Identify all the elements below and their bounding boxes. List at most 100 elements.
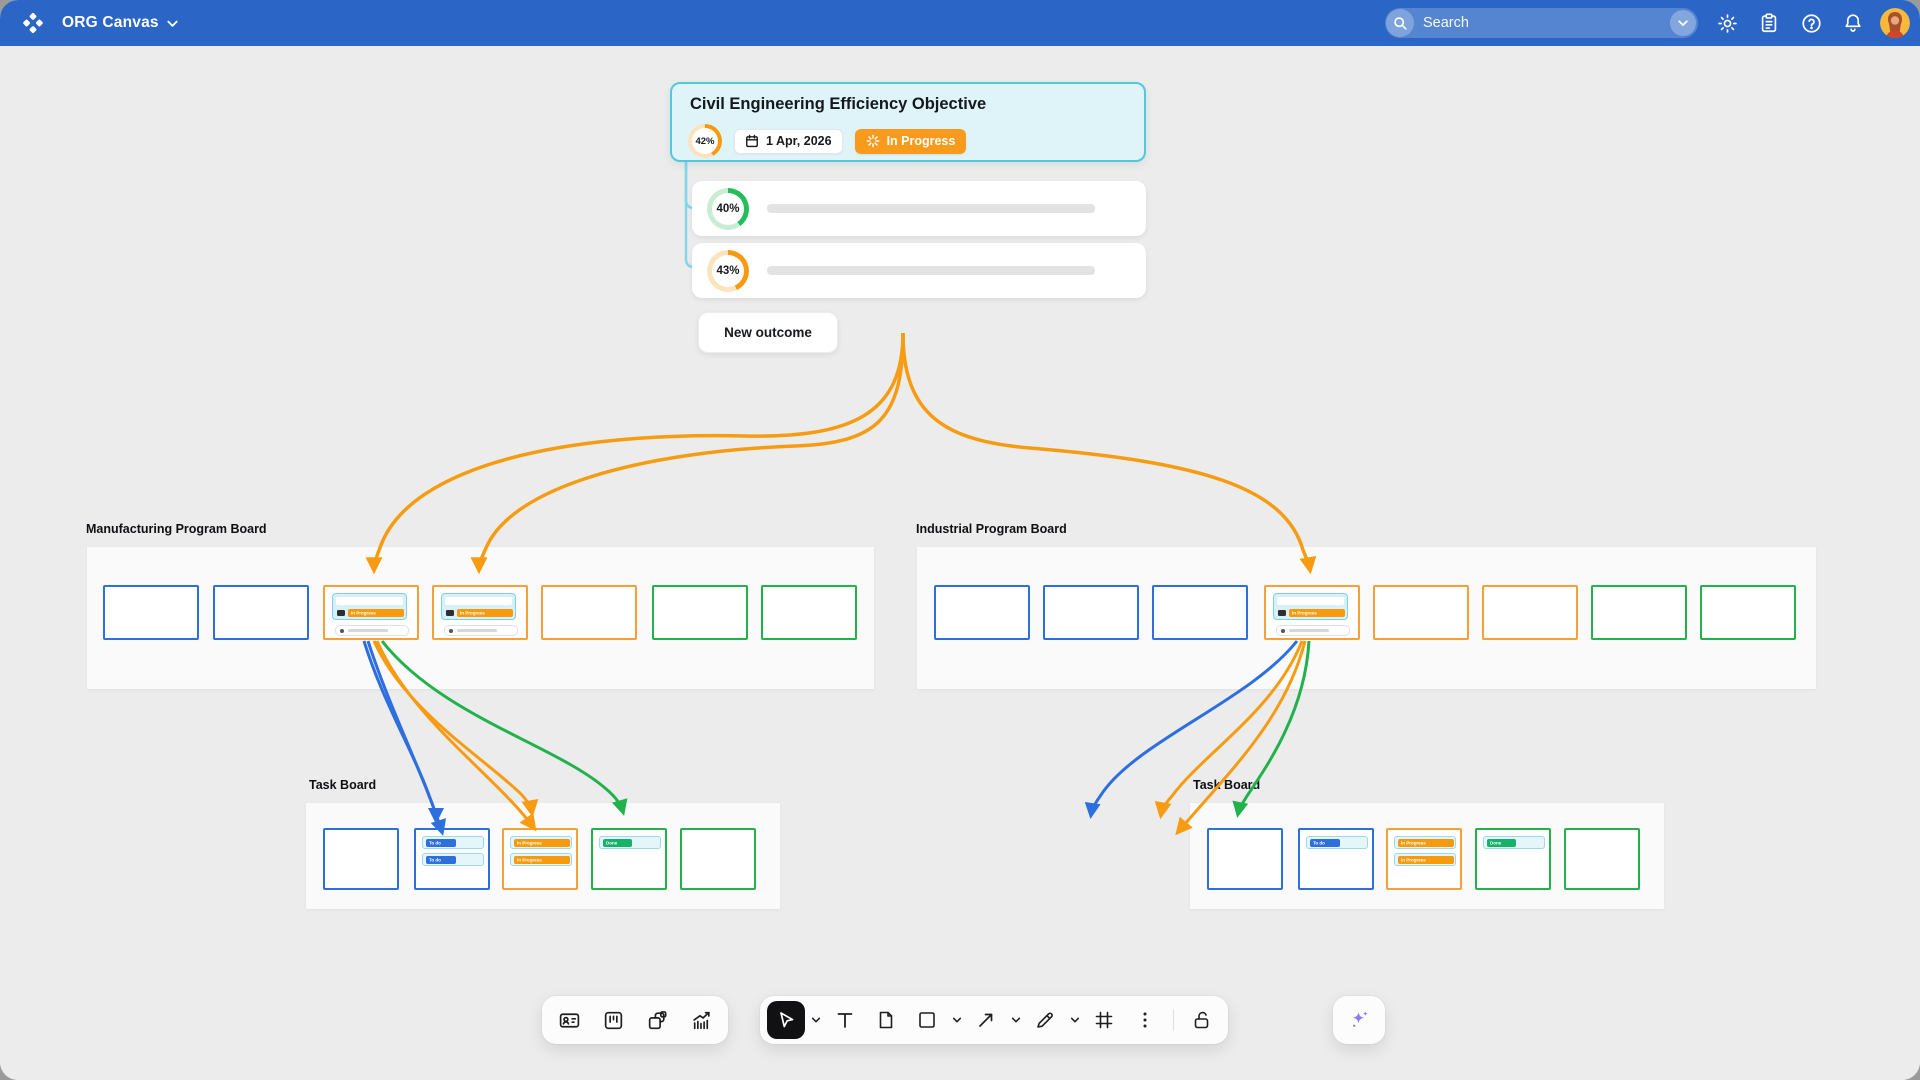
connector-tool[interactable] [967, 1001, 1005, 1039]
objective-progress-ring: 42% [688, 124, 722, 158]
task-item: In Progress [1394, 853, 1456, 866]
task-item: Done [599, 836, 661, 849]
program-card[interactable] [103, 585, 199, 640]
task-item: To do [422, 836, 484, 849]
program-card[interactable] [1373, 585, 1469, 640]
task-card[interactable] [680, 828, 756, 890]
square-icon [916, 1009, 938, 1031]
program-card[interactable] [1700, 585, 1796, 640]
task-card[interactable]: To do To do [414, 828, 490, 890]
task-card[interactable] [1207, 828, 1283, 890]
chevron-down-icon [952, 1015, 962, 1025]
task-item: In Progress [1394, 836, 1456, 849]
text-tool[interactable] [826, 1001, 864, 1039]
program-card[interactable] [213, 585, 309, 640]
task-card[interactable]: To do [1298, 828, 1374, 890]
search-bar[interactable] [1385, 8, 1698, 38]
frame-grid-icon [1093, 1009, 1115, 1031]
program-card[interactable] [1591, 585, 1687, 640]
program-card[interactable] [761, 585, 857, 640]
id-card-tool[interactable] [550, 1001, 588, 1039]
program-card[interactable] [541, 585, 637, 640]
more-tools[interactable] [1126, 1001, 1164, 1039]
notes-button[interactable] [1754, 8, 1784, 38]
task-card[interactable]: Done [591, 828, 667, 890]
notifications-button[interactable] [1838, 8, 1868, 38]
canvas-title: ORG Canvas [62, 14, 159, 32]
task-item: To do [422, 853, 484, 866]
objective-card[interactable]: Civil Engineering Efficiency Objective 4… [670, 82, 1146, 162]
kanban-board-icon [602, 1009, 625, 1032]
chevron-down-icon [1011, 1015, 1021, 1025]
text-icon [834, 1009, 856, 1031]
outcome-card[interactable]: 40% [692, 181, 1146, 236]
frame-tool[interactable] [1085, 1001, 1123, 1039]
whiteboard-canvas[interactable]: Civil Engineering Efficiency Objective 4… [0, 46, 1920, 1080]
clipboard-icon [1758, 12, 1780, 34]
top-bar: ORG Canvas [0, 0, 1920, 46]
task-board-right-label: Task Board [1193, 778, 1260, 792]
task-item: In Progress [510, 853, 572, 866]
chevron-down-icon [811, 1015, 821, 1025]
task-card[interactable]: In Progress In Progress [502, 828, 578, 890]
outcome-card[interactable]: 43% [692, 243, 1146, 298]
blocks-tool[interactable] [638, 1001, 676, 1039]
kanban-board-tool[interactable] [594, 1001, 632, 1039]
program-card[interactable]: In Progress [323, 585, 419, 640]
question-circle-icon [1800, 12, 1823, 35]
lock-tool[interactable] [1183, 1001, 1221, 1039]
document-icon [875, 1009, 897, 1031]
program-card[interactable] [652, 585, 748, 640]
ai-assistant-button[interactable] [1340, 1001, 1378, 1039]
program-card[interactable] [1482, 585, 1578, 640]
task-card[interactable]: In Progress In Progress [1386, 828, 1462, 890]
outcome-placeholder-bar [767, 204, 1095, 213]
document-tool[interactable] [867, 1001, 905, 1039]
app-logo-icon[interactable] [18, 8, 48, 38]
toolbar-divider [1173, 1009, 1174, 1031]
chart-tool[interactable] [682, 1001, 720, 1039]
task-card[interactable]: Done [1475, 828, 1551, 890]
search-icon [1386, 9, 1414, 37]
connector-arrows [0, 0, 1920, 1080]
outcome-progress-ring: 40% [707, 188, 749, 230]
program-card[interactable] [1152, 585, 1248, 640]
chevron-down-icon [1070, 1015, 1080, 1025]
task-board-left-label: Task Board [309, 778, 376, 792]
pen-tool-options[interactable] [1067, 1001, 1082, 1039]
cursor-tool-selected[interactable] [767, 1001, 805, 1039]
search-options-button[interactable] [1670, 10, 1696, 36]
arrow-up-right-icon [975, 1009, 997, 1031]
manufacturing-board-label: Manufacturing Program Board [86, 522, 267, 536]
new-outcome-button[interactable]: New outcome [698, 312, 838, 353]
objective-due-date[interactable]: 1 Apr, 2026 [734, 129, 843, 154]
cursor-icon [776, 1010, 796, 1030]
program-card[interactable]: In Progress [1264, 585, 1360, 640]
user-avatar[interactable] [1880, 8, 1910, 38]
shape-tool-options[interactable] [949, 1001, 964, 1039]
task-card[interactable] [1564, 828, 1640, 890]
objective-status-badge[interactable]: In Progress [855, 129, 967, 154]
spinner-icon [866, 134, 880, 148]
task-card[interactable] [323, 828, 399, 890]
industrial-board-label: Industrial Program Board [916, 522, 1067, 536]
app-window: ORG Canvas [0, 0, 1920, 1080]
dots-vertical-icon [1134, 1009, 1156, 1031]
canvas-title-menu[interactable]: ORG Canvas [62, 14, 179, 32]
settings-button[interactable] [1712, 8, 1742, 38]
program-card[interactable] [1043, 585, 1139, 640]
shape-tool[interactable] [908, 1001, 946, 1039]
pen-icon [1034, 1009, 1056, 1031]
outcome-connector-lines [0, 0, 1920, 1080]
program-card[interactable] [934, 585, 1030, 640]
objective-to-program-arrows [374, 333, 1310, 570]
cursor-tool-options[interactable] [808, 1001, 823, 1039]
gear-icon [1716, 12, 1739, 35]
pen-tool[interactable] [1026, 1001, 1064, 1039]
help-button[interactable] [1796, 8, 1826, 38]
search-input[interactable] [1414, 15, 1670, 31]
mini-task-row [335, 625, 409, 636]
mini-task-row [444, 625, 518, 636]
program-card[interactable]: In Progress [432, 585, 528, 640]
connector-tool-options[interactable] [1008, 1001, 1023, 1039]
